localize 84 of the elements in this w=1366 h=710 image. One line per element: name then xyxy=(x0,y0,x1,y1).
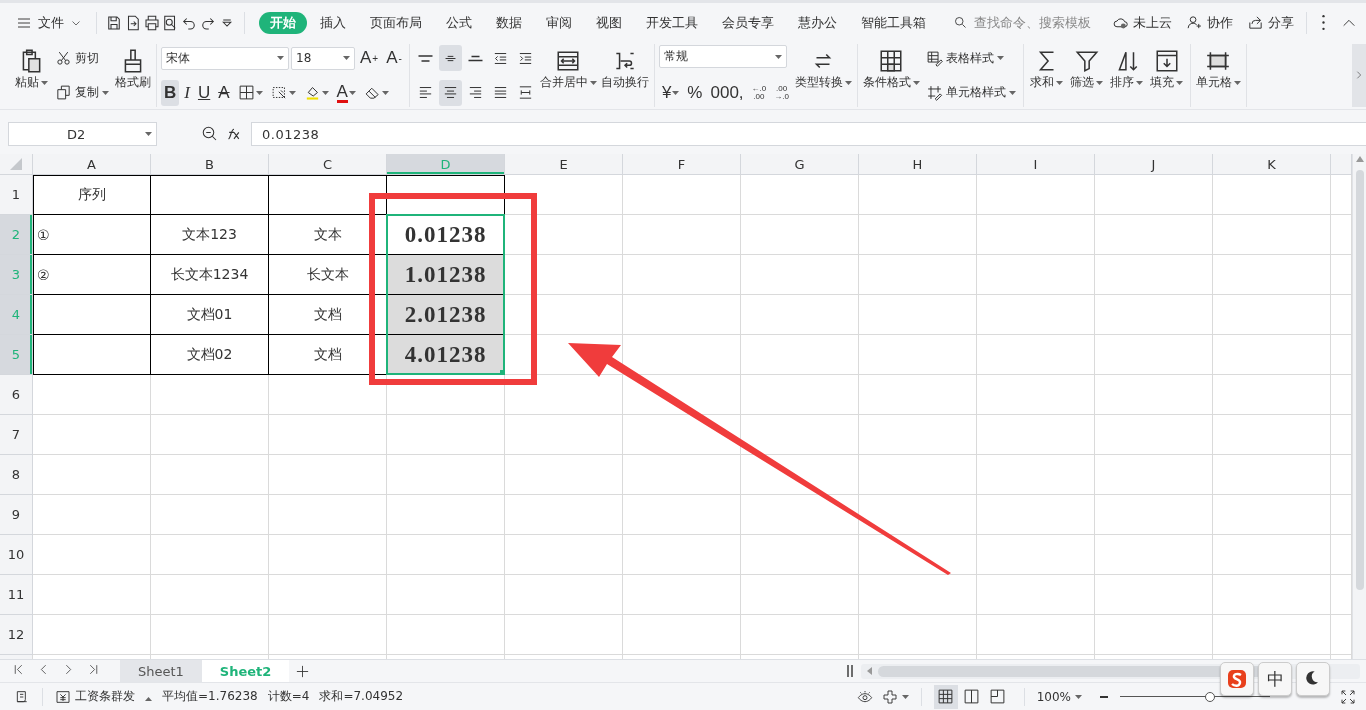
ribbon-tab[interactable]: 慧办公 xyxy=(786,11,848,34)
column-header[interactable]: A xyxy=(33,154,151,176)
row-header[interactable]: 12 xyxy=(0,615,33,656)
row-header[interactable]: 1 xyxy=(0,175,33,216)
table-cell: 1.01238 xyxy=(387,255,505,296)
sigma-button[interactable]: 求和 xyxy=(1027,45,1066,95)
average-value: 平均值=1.76238 xyxy=(162,688,258,706)
table-cell: 长文本1234 xyxy=(151,255,269,296)
ribbon-tab[interactable]: 智能工具箱 xyxy=(849,11,937,34)
payroll-button[interactable]: 工资条群发 xyxy=(55,688,152,706)
format-button[interactable]: B xyxy=(161,79,180,106)
table-cell: ① xyxy=(33,215,151,256)
formula-field[interactable]: 0.01238 xyxy=(251,122,1366,147)
ribbon-tab[interactable]: 开发工具 xyxy=(634,11,709,34)
column-header[interactable]: J xyxy=(1095,154,1213,176)
table-cell: 文档 xyxy=(269,335,387,376)
column-header[interactable]: F xyxy=(623,154,741,176)
font-color-button[interactable]: A xyxy=(333,79,359,106)
decimal-button[interactable]: .00 →.0 xyxy=(771,79,792,106)
column-header[interactable]: C xyxy=(269,154,387,176)
dropdown-field[interactable]: 18 xyxy=(291,46,355,70)
search-field[interactable]: 查找命令、搜索模板 xyxy=(952,10,1098,35)
sheet-tab[interactable]: Sheet1 xyxy=(120,659,202,683)
row-header[interactable]: 8 xyxy=(0,455,33,496)
cell-style-button[interactable]: 单元格样式 xyxy=(922,79,1019,106)
row-header[interactable]: 6 xyxy=(0,375,33,416)
row-header[interactable]: 9 xyxy=(0,495,33,536)
ribbon-tab[interactable]: 公式 xyxy=(434,11,483,34)
dropdown-field[interactable]: 常规 xyxy=(658,45,787,69)
format-button[interactable]: I xyxy=(181,79,193,106)
dropdown-field[interactable]: 宋体 xyxy=(161,46,289,70)
copy-button[interactable]: 复制 xyxy=(52,79,112,106)
ribbon-tab[interactable]: 数据 xyxy=(484,11,533,34)
scissors-button[interactable]: 剪切 xyxy=(52,45,102,72)
column-header[interactable]: K xyxy=(1213,154,1331,176)
row-header[interactable]: 10 xyxy=(0,535,33,576)
column-header[interactable]: I xyxy=(977,154,1095,176)
toolbar-button[interactable]: 分享 xyxy=(1246,13,1294,32)
column-header[interactable]: H xyxy=(859,154,977,176)
table-cell: 长文本 xyxy=(269,255,387,296)
column-header[interactable]: G xyxy=(741,154,859,176)
column-header[interactable]: E xyxy=(505,154,623,176)
table-style-button[interactable]: 表格样式 xyxy=(922,45,1007,72)
format-button[interactable]: U xyxy=(194,79,214,106)
toolbar-button[interactable]: 未上云 xyxy=(1111,13,1172,32)
table-cell: 序列 xyxy=(33,175,151,216)
ribbon-tab[interactable]: 会员专享 xyxy=(710,11,785,34)
brush-button[interactable]: 格式刷 xyxy=(114,45,152,95)
row-header[interactable]: 11 xyxy=(0,575,33,616)
table-cell: 文档02 xyxy=(151,335,269,376)
format-button[interactable]: ¥ xyxy=(658,79,683,106)
format-button[interactable]: % xyxy=(684,79,706,106)
cell-button[interactable]: 单元格 xyxy=(1194,45,1242,95)
table-cell: 文本123 xyxy=(151,215,269,256)
row-header[interactable]: 7 xyxy=(0,415,33,456)
table-cell: 文档 xyxy=(269,295,387,336)
decimal-button[interactable]: ←.0 .00 xyxy=(748,79,770,106)
toolbar-button[interactable]: 协作 xyxy=(1185,13,1233,32)
fill-down-button[interactable]: 填充 xyxy=(1147,45,1186,95)
zoom-level-button[interactable]: 100% xyxy=(1036,689,1082,704)
ime-language-button[interactable]: 中 xyxy=(1258,662,1292,696)
format-button[interactable]: 000, xyxy=(707,79,747,106)
format-button[interactable]: A xyxy=(215,79,233,106)
table-cell: 文档01 xyxy=(151,295,269,336)
ribbon-tab[interactable]: 审阅 xyxy=(534,11,583,34)
count-value: 计数=4 xyxy=(267,688,310,706)
ribbon-tab[interactable]: 插入 xyxy=(308,11,357,34)
wrap-text-button[interactable]: 自动换行 xyxy=(599,45,650,95)
merge-cells-button[interactable]: 合并居中 xyxy=(538,45,598,95)
ribbon-tab[interactable]: 视图 xyxy=(584,11,633,34)
conditional-format-button[interactable]: 条件格式 xyxy=(861,45,921,95)
file-menu[interactable]: 文件 xyxy=(10,8,88,37)
ribbon-tab[interactable]: 页面布局 xyxy=(358,11,433,34)
column-header[interactable]: B xyxy=(151,154,269,176)
convert-button[interactable]: 类型转换 xyxy=(793,45,853,95)
sort-button[interactable]: 排序 xyxy=(1107,45,1146,95)
filter-button[interactable]: 筛选 xyxy=(1067,45,1106,95)
name-box[interactable]: D2 xyxy=(8,122,157,147)
paste-button[interactable]: 粘贴 xyxy=(12,45,50,95)
table-cell: 4.01238 xyxy=(387,335,505,376)
table-cell: 文本 xyxy=(269,215,387,256)
table-cell: 2.01238 xyxy=(387,295,505,336)
table-cell: ② xyxy=(33,255,151,296)
sum-value: 求和=7.04952 xyxy=(319,688,404,706)
